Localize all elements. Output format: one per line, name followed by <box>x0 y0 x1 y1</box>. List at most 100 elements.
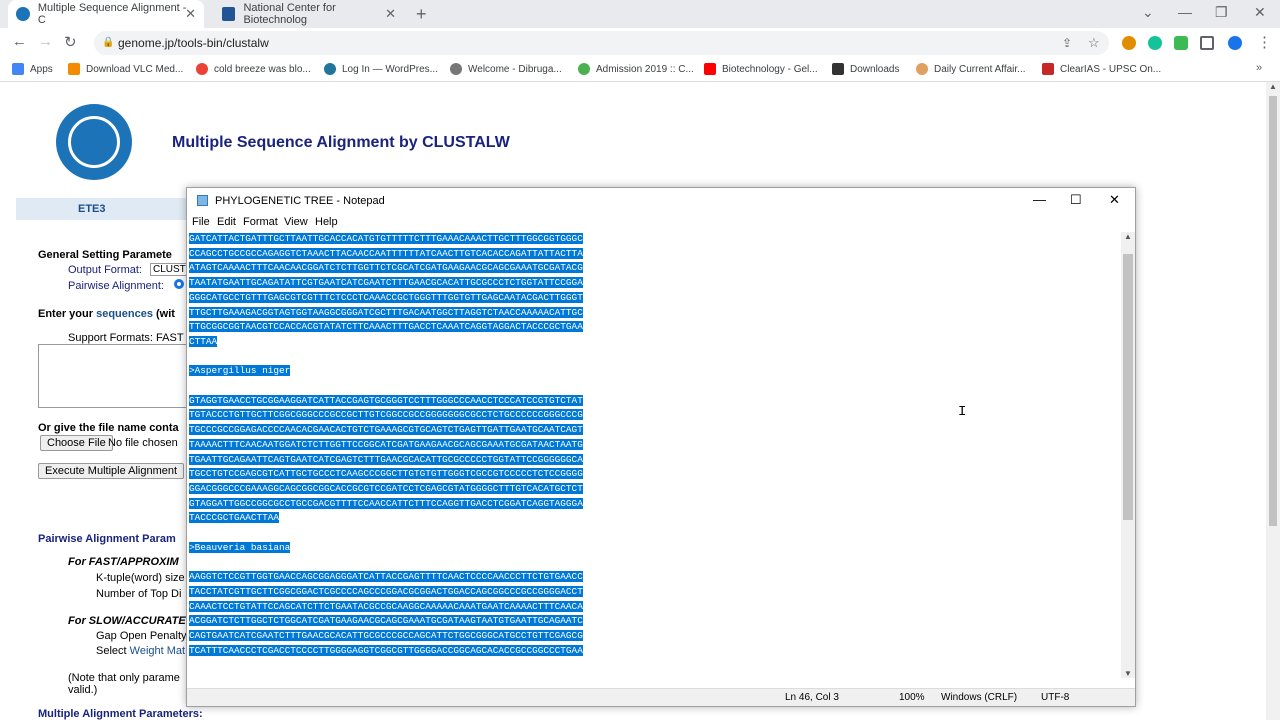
fast-radio[interactable] <box>174 279 184 289</box>
share-icon[interactable]: ⇪ <box>1062 36 1072 50</box>
minimize-icon[interactable]: — <box>1033 192 1046 207</box>
maximize-icon[interactable]: ☐ <box>1070 192 1082 208</box>
grammarly-icon[interactable] <box>1148 36 1162 50</box>
more-bookmarks-icon[interactable]: » <box>1256 62 1262 74</box>
bookmark-dibrugarh[interactable]: Welcome - Dibruga... <box>450 63 562 75</box>
restore-icon[interactable]: ❐ <box>1215 4 1228 21</box>
address-bar[interactable]: 🔒 genome.jp/tools-bin/clustalw <box>94 31 1109 55</box>
location-pin-icon <box>578 63 590 75</box>
tab-title: National Center for Biotechnolog <box>243 2 336 26</box>
bookmark-downloads[interactable]: Downloads <box>832 63 899 75</box>
selected-text: GATCATTACTGATTTGCTTAATTGCACCACATGTGTTTTT… <box>189 232 1123 658</box>
notepad-status-bar: Ln 46, Col 3 100% Windows (CRLF) UTF-8 <box>187 688 1135 706</box>
bookmark-admission[interactable]: Admission 2019 :: C... <box>578 63 694 75</box>
encoding: UTF-8 <box>1041 692 1070 703</box>
menu-file[interactable]: File <box>192 216 210 228</box>
side-panel-icon[interactable] <box>1200 36 1214 50</box>
gap-open-label: Gap Open Penalty <box>96 630 187 642</box>
close-icon[interactable]: ✕ <box>185 6 196 22</box>
person-icon <box>916 63 928 75</box>
menu-help[interactable]: Help <box>315 216 338 228</box>
bookmarks-bar: Apps Download VLC Med... cold breeze was… <box>0 58 1280 82</box>
sequences-link[interactable]: sequences <box>96 308 153 320</box>
reload-icon[interactable]: ↻ <box>64 33 77 51</box>
support-formats-label: Support Formats: FAST <box>68 332 184 344</box>
notepad-title-bar[interactable]: PHYLOGENETIC TREE - Notepad — ☐ ✕ <box>187 188 1135 214</box>
weight-matrix-link[interactable]: Weight Mat <box>130 645 185 657</box>
page-title: Multiple Sequence Alignment by CLUSTALW <box>172 134 510 151</box>
note-text-2: valid.) <box>68 684 98 696</box>
bookmark-youtube[interactable]: Biotechnology - Gel... <box>704 63 818 75</box>
youtube-icon <box>704 63 716 75</box>
sequence-textarea[interactable] <box>38 344 188 408</box>
slow-params-label: For SLOW/ACCURATE <box>68 615 186 627</box>
page-scrollbar-thumb[interactable] <box>1269 96 1277 526</box>
fast-params-label: For FAST/APPROXIM <box>68 556 179 568</box>
notepad-scrollbar[interactable]: ▲ ▼ <box>1121 232 1135 678</box>
scroll-down-icon[interactable]: ▼ <box>1124 669 1132 678</box>
tab-title: Multiple Sequence Alignment - C <box>37 2 187 26</box>
menu-edit[interactable]: Edit <box>217 216 236 228</box>
close-window-icon[interactable]: ✕ <box>1254 4 1266 21</box>
star-icon[interactable]: ☆ <box>1088 35 1100 51</box>
enter-sequences-heading: Enter your sequences (wit <box>38 308 175 320</box>
scroll-up-icon[interactable]: ▲ <box>1124 232 1132 241</box>
no-file-chosen-label: No file chosen <box>108 437 178 449</box>
sequence-content: GATCATTACTGATTTGCTTAATTGCACCACATGTGTTTTT… <box>189 233 583 656</box>
url-text: genome.jp/tools-bin/clustalw <box>118 36 269 50</box>
close-icon[interactable]: ✕ <box>1109 192 1120 208</box>
note-text: (Note that only parame <box>68 672 180 684</box>
minimize-icon[interactable]: — <box>1178 4 1192 20</box>
output-format-select[interactable]: CLUST <box>150 263 189 276</box>
extension-icon[interactable] <box>1122 36 1136 50</box>
globe-icon <box>450 63 462 75</box>
cursor-position: Ln 46, Col 3 <box>785 692 839 703</box>
scroll-up-icon[interactable]: ▲ <box>1269 82 1277 91</box>
bookmark-wordpress[interactable]: Log In — WordPres... <box>324 63 438 75</box>
top-diagonals-label: Number of Top Di <box>96 588 182 600</box>
file-name-label: Or give the file name conta <box>38 422 179 434</box>
close-icon[interactable]: ✕ <box>385 6 396 22</box>
bookmark-current-affairs[interactable]: Daily Current Affair... <box>916 63 1026 75</box>
choose-file-button[interactable]: Choose File <box>40 435 113 451</box>
google-icon <box>196 63 208 75</box>
pairwise-params-heading: Pairwise Alignment Param <box>38 533 176 545</box>
download-folder-icon <box>832 63 844 75</box>
wordpress-icon <box>324 63 336 75</box>
vlc-icon <box>68 63 80 75</box>
menu-dots-icon[interactable]: ⋮ <box>1257 33 1272 51</box>
new-tab-icon[interactable]: + <box>416 4 427 25</box>
tab-clustalw[interactable]: Multiple Sequence Alignment - C ✕ <box>8 0 204 28</box>
lock-icon: 🔒 <box>102 37 115 48</box>
notepad-scrollbar-thumb[interactable] <box>1123 254 1133 520</box>
profile-avatar-icon[interactable] <box>1228 36 1242 50</box>
bookmark-google[interactable]: cold breeze was blo... <box>196 63 311 75</box>
execute-alignment-button[interactable]: Execute Multiple Alignment <box>38 463 185 479</box>
puzzle-icon[interactable] <box>1174 36 1188 50</box>
menu-view[interactable]: View <box>284 216 308 228</box>
forward-icon[interactable]: → <box>38 33 53 50</box>
browser-toolbar: ← → ↻ 🔒 genome.jp/tools-bin/clustalw ⇪ ☆… <box>0 28 1280 58</box>
clearias-icon <box>1042 63 1054 75</box>
apps-grid-icon <box>12 63 24 75</box>
notepad-text-area[interactable]: GATCATTACTGATTTGCTTAATTGCACCACATGTGTTTTT… <box>189 232 1123 678</box>
bookmark-vlc[interactable]: Download VLC Med... <box>68 63 183 75</box>
back-icon[interactable]: ← <box>12 33 27 50</box>
ete3-tab[interactable]: ETE3 <box>16 198 191 220</box>
browser-tab-strip: Multiple Sequence Alignment - C ✕ Nation… <box>0 0 1280 28</box>
ktuple-label: K-tuple(word) size <box>96 572 185 584</box>
bookmark-clearias[interactable]: ClearIAS - UPSC On... <box>1042 63 1161 75</box>
bookmark-apps[interactable]: Apps <box>12 63 53 75</box>
genome-favicon-icon <box>16 7 30 21</box>
pairwise-alignment-label: Pairwise Alignment: <box>68 280 164 292</box>
ncbi-favicon-icon <box>222 7 236 21</box>
notepad-window: PHYLOGENETIC TREE - Notepad — ☐ ✕ File E… <box>186 187 1136 707</box>
multiple-params-heading: Multiple Alignment Parameters: <box>38 708 203 720</box>
notepad-title: PHYLOGENETIC TREE - Notepad <box>215 195 385 207</box>
menu-format[interactable]: Format <box>243 216 278 228</box>
page-scrollbar[interactable]: ▲ <box>1266 82 1280 720</box>
tab-ncbi[interactable]: National Center for Biotechnolog ✕ <box>214 0 404 28</box>
weight-matrix-label: Select Weight Mat <box>96 645 186 657</box>
general-settings-heading: General Setting Paramete <box>38 249 172 261</box>
chevron-down-icon[interactable]: ⌄ <box>1142 4 1154 21</box>
